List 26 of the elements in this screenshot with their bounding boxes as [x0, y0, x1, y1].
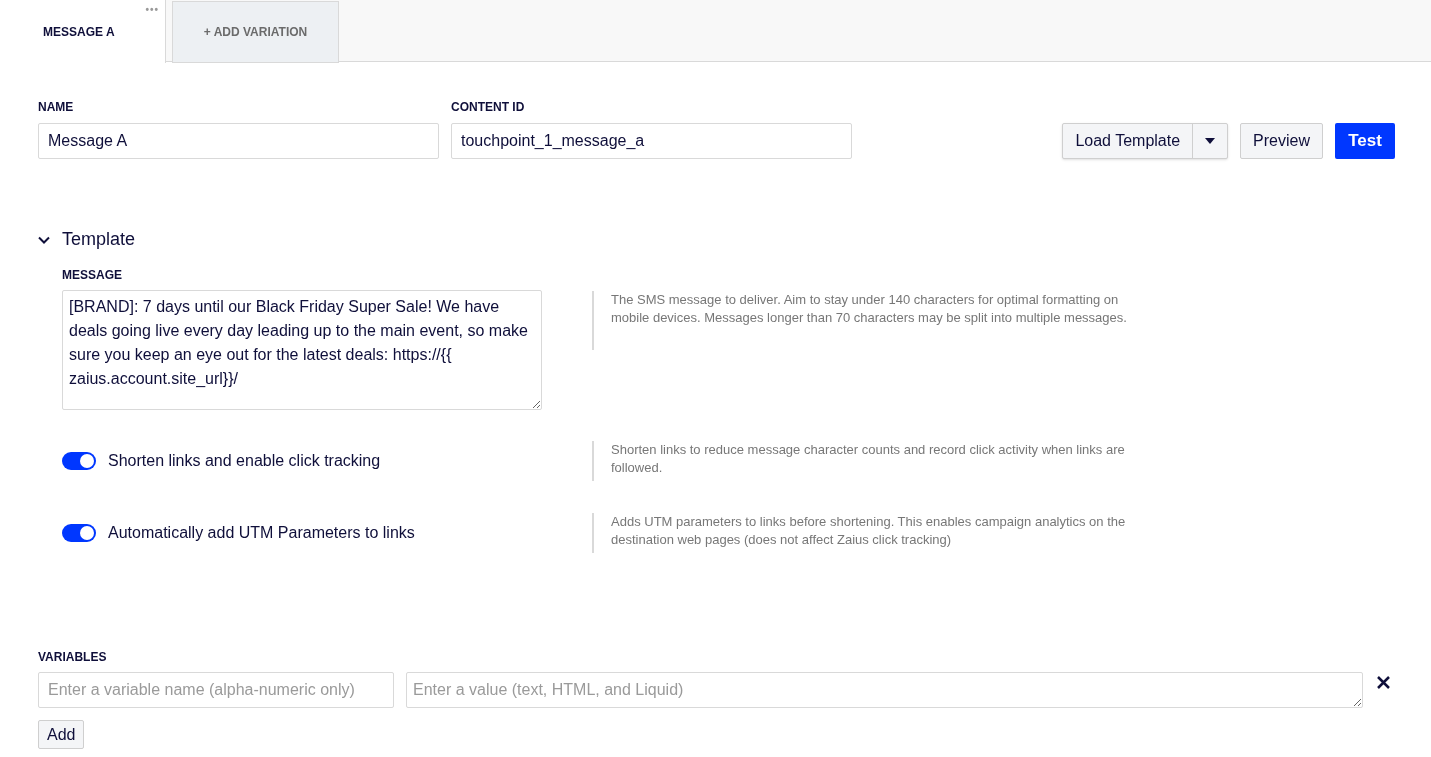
- field-label: NAME: [38, 99, 75, 116]
- variable-name-field[interactable]: Enter a variable name (alpha-numeric only): [38, 672, 394, 708]
- help-text: Adds UTM parameters to links before shortening. This enables campaign analytics on the destination web pages (does not affect Zaius click tracking): [611, 513, 1127, 549]
- preview-button[interactable]: Preview: [1240, 123, 1323, 159]
- field-label: VARIABLES: [38, 649, 107, 666]
- close-icon: [1376, 675, 1390, 689]
- help-text: Shorten links to reduce message character counts and record click activity when links are followed.: [611, 441, 1126, 477]
- toggle-label: Shorten links and enable click tracking: [108, 451, 381, 471]
- text-field[interactable]: Message A: [38, 123, 439, 159]
- toggle-label: Automatically add UTM Parameters to links: [108, 523, 415, 543]
- field-label: MESSAGE: [62, 267, 123, 284]
- tab[interactable]: + ADD VARIATION: [172, 1, 339, 63]
- add-button[interactable]: Add: [38, 720, 85, 749]
- toggle-switch[interactable]: [62, 452, 96, 470]
- text-field[interactable]: touchpoint_1_message_a: [451, 123, 852, 159]
- variable-value-field[interactable]: Enter a value (text, HTML, and Liquid): [406, 672, 1363, 708]
- test-button[interactable]: Test: [1335, 123, 1395, 159]
- section-title: Template: [62, 228, 136, 251]
- toggle-switch[interactable]: [62, 524, 96, 542]
- help-text: The SMS message to deliver. Aim to stay under 140 characters for optimal formatting on mobile devices. Messages longer than 70 characters may be split into multiple messages.: [611, 291, 1128, 327]
- close-button[interactable]: [1375, 674, 1391, 690]
- chevron-icon: [38, 235, 50, 244]
- tab[interactable]: MESSAGE A •••: [0, 0, 166, 63]
- message-field[interactable]: [BRAND]: 7 days until our Black Friday Super Sale! We have deals going live every day leading up to the main event, so make sure you keep an eye out for the latest deals: https://{{ zaius.account.site_url}}/: [62, 290, 542, 410]
- field-label: CONTENT ID: [451, 99, 526, 116]
- caret-icon: [1205, 138, 1216, 144]
